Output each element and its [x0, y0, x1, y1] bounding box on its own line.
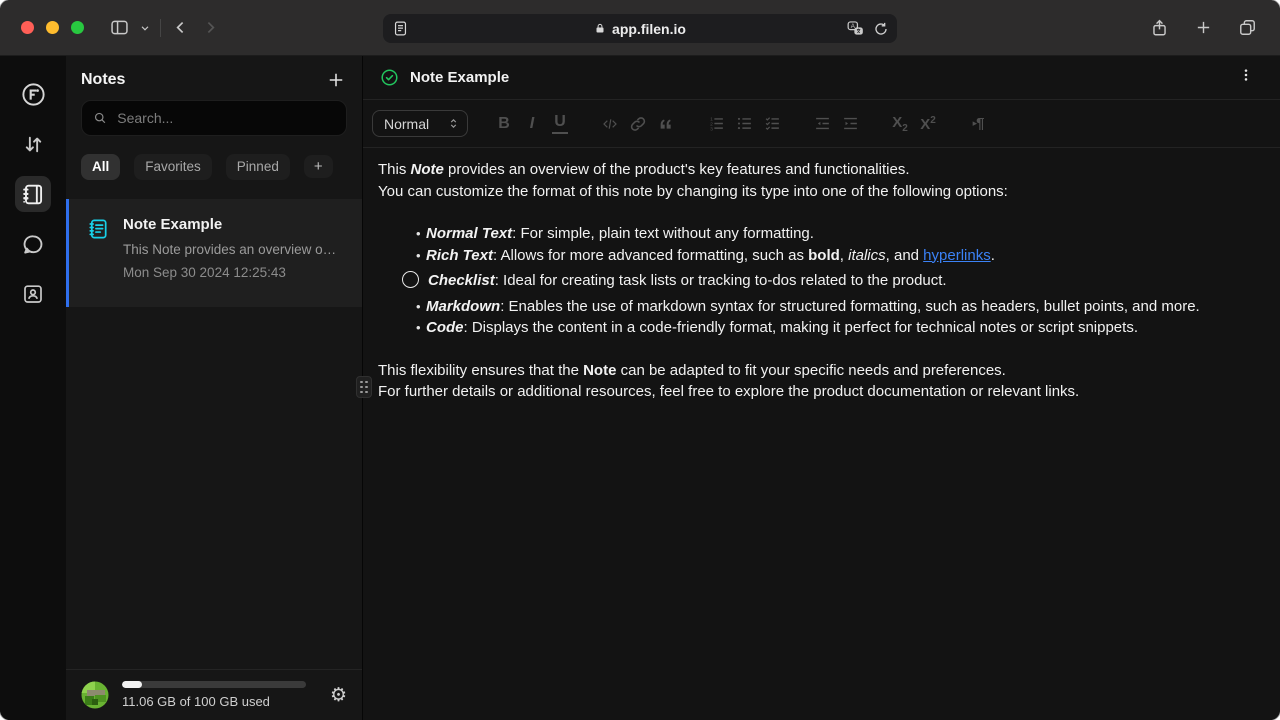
formatting-toolbar: Normal B I U 123 [363, 100, 1280, 148]
ordered-list-button[interactable]: 123 [702, 110, 730, 138]
url-text: app.filen.io [612, 21, 686, 37]
toolbar-divider [160, 19, 161, 37]
notes-list: Note Example This Note provides an overv… [66, 199, 362, 670]
block-type-value: Normal [384, 116, 429, 132]
bullet-list-button[interactable] [730, 110, 758, 138]
share-icon[interactable] [1144, 13, 1174, 43]
settings-gear-icon[interactable]: ⚙ [330, 686, 347, 705]
note-menu-kebab-icon[interactable] [1238, 66, 1254, 89]
svg-text:2: 2 [710, 122, 713, 128]
block-drag-handle-icon[interactable] [356, 376, 372, 398]
zoom-window-button[interactable] [71, 21, 84, 34]
notes-panel-title: Notes [81, 71, 125, 89]
svg-text:1: 1 [710, 117, 713, 123]
forward-button[interactable] [195, 13, 225, 43]
bullet-item: Rich Text: Allows for more advanced form… [378, 245, 1248, 267]
checkbox-circle[interactable] [402, 271, 419, 288]
paragraph: This flexibility ensures that the Note c… [378, 360, 1248, 382]
editor-header: Note Example [363, 56, 1280, 100]
link-button[interactable] [624, 110, 652, 138]
transfers-icon[interactable] [15, 126, 51, 162]
note-item-title: Note Example [123, 216, 336, 233]
outdent-button[interactable] [808, 110, 836, 138]
checklist-button[interactable] [758, 110, 786, 138]
reload-icon[interactable] [873, 21, 889, 37]
paragraph: This Note provides an overview of the pr… [378, 159, 1248, 181]
translate-icon[interactable]: A [846, 20, 865, 37]
bold-button[interactable]: B [490, 110, 518, 138]
notes-search[interactable] [81, 100, 347, 136]
note-item-preview: This Note provides an overview o… [123, 242, 336, 257]
storage-text: 11.06 GB of 100 GB used [122, 694, 317, 709]
storage-progress-fill [122, 681, 142, 688]
new-tab-icon[interactable] [1188, 13, 1218, 43]
browser-window: app.filen.io A [0, 0, 1280, 720]
create-note-button[interactable] [326, 70, 346, 90]
paragraph-direction-button[interactable]: ▸¶ [964, 110, 992, 138]
filter-chip-all[interactable]: All [81, 154, 120, 180]
block-type-dropdown[interactable]: Normal [372, 110, 468, 137]
account-bar: 11.06 GB of 100 GB used ⚙ [66, 669, 362, 720]
underline-button[interactable]: U [546, 110, 574, 138]
paragraph-break [378, 202, 1248, 223]
bullet-item: Normal Text: For simple, plain text with… [378, 223, 1248, 245]
chats-icon[interactable] [15, 226, 51, 262]
svg-text:3: 3 [710, 127, 713, 132]
filter-chip-pinned[interactable]: Pinned [226, 154, 290, 180]
minimize-window-button[interactable] [46, 21, 59, 34]
bullet-item: Code: Displays the content in a code-fri… [378, 317, 1248, 339]
traffic-lights [21, 21, 84, 34]
app-sidebar [0, 56, 66, 720]
note-list-item[interactable]: Note Example This Note provides an overv… [66, 199, 362, 307]
browser-toolbar: app.filen.io A [0, 0, 1280, 56]
search-icon [93, 110, 107, 126]
back-button[interactable] [165, 13, 195, 43]
filen-logo-icon[interactable] [15, 76, 51, 112]
superscript-button[interactable]: X2 [914, 110, 942, 138]
url-text-wrap: app.filen.io [383, 21, 897, 37]
note-item-date: Mon Sep 30 2024 12:25:43 [123, 265, 336, 280]
blockquote-button[interactable] [652, 110, 680, 138]
bullet-item: Markdown: Enables the use of markdown sy… [378, 296, 1248, 318]
selected-indicator [66, 199, 69, 307]
code-button[interactable] [596, 110, 624, 138]
synced-check-icon [380, 68, 399, 87]
editor-note-title: Note Example [410, 69, 1227, 86]
indent-button[interactable] [836, 110, 864, 138]
note-content[interactable]: This Note provides an overview of the pr… [363, 148, 1280, 720]
storage-info: 11.06 GB of 100 GB used [122, 681, 317, 709]
italic-button[interactable]: I [518, 110, 546, 138]
close-window-button[interactable] [21, 21, 34, 34]
hyperlink[interactable]: hyperlinks [923, 247, 991, 264]
paragraph: You can customize the format of this not… [378, 181, 1248, 203]
notes-nav-icon[interactable] [15, 176, 51, 212]
checklist-item: Checklist: Ideal for creating task lists… [378, 270, 1248, 292]
lock-icon [594, 22, 606, 35]
filter-chip-add[interactable]: + [304, 155, 333, 178]
contacts-icon[interactable] [15, 276, 51, 312]
paragraph: For further details or additional resour… [378, 381, 1248, 403]
chevron-down-icon[interactable] [134, 13, 156, 43]
tab-overview-icon[interactable] [1232, 13, 1262, 43]
address-bar[interactable]: app.filen.io A [383, 14, 897, 43]
note-icon [87, 217, 110, 241]
notes-filter-chips: All Favorites Pinned + [81, 154, 347, 180]
subscript-button[interactable]: X2 [886, 110, 914, 138]
avatar[interactable] [81, 681, 109, 709]
filter-chip-favorites[interactable]: Favorites [134, 154, 212, 180]
sidebar-toggle-icon[interactable] [104, 13, 134, 43]
notes-panel: Notes All Favorites Pinned + [66, 56, 363, 720]
paragraph-break [378, 339, 1248, 360]
note-editor: Note Example Normal B I U [363, 56, 1280, 720]
search-input[interactable] [115, 109, 335, 127]
storage-progress-track [122, 681, 306, 688]
select-arrows-icon [448, 117, 459, 130]
